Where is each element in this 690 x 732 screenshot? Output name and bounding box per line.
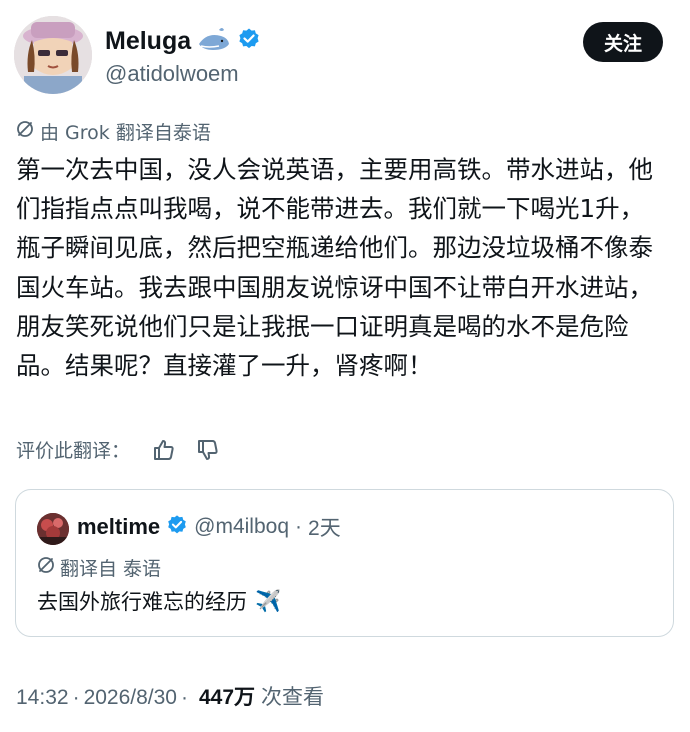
quoted-post-text-row: 去国外旅行难忘的经历 ✈️ <box>37 586 281 616</box>
quoted-translation-note-text: 翻译自 泰语 <box>60 558 162 580</box>
post-time[interactable]: 14:32 <box>16 686 69 710</box>
author-display-name[interactable]: Meluga <box>105 27 191 56</box>
quoted-post-text: 去国外旅行难忘的经历 <box>37 590 247 614</box>
post-date[interactable]: 2026/8/30 <box>84 686 177 710</box>
translation-note-text: 由 Grok 翻译自泰语 <box>40 122 211 144</box>
post-text: 第一次去中国，没人会说英语，主要用高铁。带水进站，他们指指点点叫我喝，说不能带进… <box>16 155 653 381</box>
rate-translation-label: 评价此翻译： <box>16 440 131 462</box>
grok-icon <box>16 120 34 143</box>
whale-icon <box>197 26 231 56</box>
meta-separator-2: · <box>181 686 188 709</box>
author-handle[interactable]: @atidolwoem <box>105 61 239 87</box>
thumbs-down-icon[interactable] <box>196 438 220 462</box>
translation-note[interactable]: 由 Grok 翻译自泰语 <box>16 118 211 145</box>
author-name-row[interactable]: Meluga <box>105 26 261 56</box>
quoted-time[interactable]: 2天 <box>308 512 341 542</box>
quoted-post-card[interactable]: meltime @m4ilboq · 2天 翻译自 泰语 去国外旅行难忘的经历 … <box>15 489 674 637</box>
follow-button[interactable]: 关注 <box>583 22 663 62</box>
quoted-header: meltime @m4ilboq · 2天 <box>77 512 341 542</box>
quoted-avatar-image <box>37 513 69 545</box>
quoted-verified-badge-icon <box>166 514 188 540</box>
author-avatar-image <box>14 16 92 94</box>
airplane-emoji-icon: ✈️ <box>255 588 282 613</box>
author-avatar[interactable] <box>14 16 92 94</box>
meta-separator-1: · <box>72 686 80 709</box>
quoted-translation-note[interactable]: 翻译自 泰语 <box>37 554 161 581</box>
view-count-label: 次查看 <box>261 685 325 709</box>
thumbs-up-icon[interactable] <box>152 438 176 462</box>
quoted-grok-icon <box>37 556 55 579</box>
quoted-separator: · <box>295 515 303 538</box>
post-meta: 14:32 · 2026/8/30 · 447万 次查看 <box>16 681 324 711</box>
verified-badge-icon <box>237 27 261 55</box>
rate-translation-row: 评价此翻译： <box>16 436 220 463</box>
quoted-author-avatar[interactable] <box>37 513 69 545</box>
quoted-display-name[interactable]: meltime <box>77 514 160 540</box>
quoted-handle[interactable]: @m4ilboq <box>194 515 289 539</box>
view-count: 447万 <box>199 686 256 709</box>
